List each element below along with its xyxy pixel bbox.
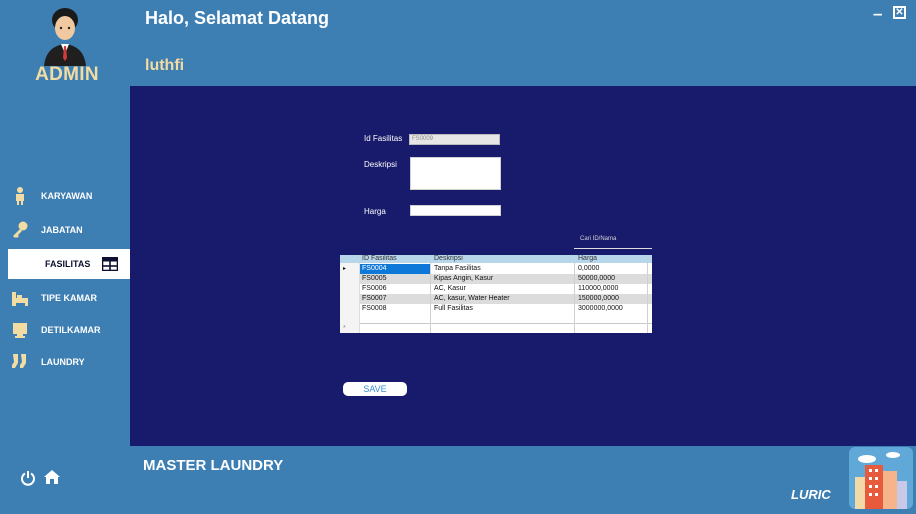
harga-field[interactable] — [410, 205, 501, 216]
table-row[interactable]: FS0005 — [362, 274, 387, 284]
sidebar-item-label: LAUNDRY — [41, 357, 85, 367]
sidebar-item-tipe-kamar[interactable]: TIPE KAMAR — [0, 283, 128, 313]
footer-title: MASTER LAUNDRY — [143, 457, 284, 474]
deskripsi-field[interactable] — [410, 157, 501, 190]
column-header-id[interactable]: ID Fasilitas — [362, 254, 397, 264]
id-fasilitas-field[interactable]: FS0009 — [409, 134, 500, 145]
table-row[interactable]: Tanpa Fasilitas — [434, 264, 481, 274]
current-row-marker: ▸ — [343, 266, 347, 272]
username-label: luthfi — [145, 57, 185, 74]
table-row[interactable]: 3000000,0000 — [578, 304, 623, 314]
harga-label: Harga — [364, 207, 386, 216]
id-fasilitas-label: Id Fasilitas — [364, 134, 403, 143]
table-row[interactable]: Full Fasilitas — [434, 304, 473, 314]
power-icon[interactable] — [20, 470, 36, 491]
search-underline — [574, 248, 652, 249]
sidebar-item-jabatan[interactable]: JABATAN — [0, 215, 128, 245]
admin-label: ADMIN — [35, 64, 99, 85]
sidebar-item-label: FASILITAS — [45, 259, 91, 269]
new-row-marker: * — [343, 325, 346, 332]
sidebar-item-label: TIPE KAMAR — [41, 293, 97, 303]
close-button[interactable]: ✕ — [893, 6, 906, 19]
table-row[interactable]: AC, kasur, Water Heater — [434, 294, 510, 304]
new-row-divider — [360, 323, 652, 324]
table-row[interactable]: FS0006 — [362, 284, 387, 294]
column-header-harga[interactable]: Harga — [578, 254, 597, 264]
table-row[interactable]: 110000,0000 — [578, 284, 618, 294]
sidebar-item-label: DETILKAMAR — [41, 325, 101, 335]
deskripsi-label: Deskripsi — [364, 160, 397, 169]
sidebar-item-label: KARYAWAN — [41, 191, 93, 201]
table-row[interactable]: AC, Kasur — [434, 284, 466, 294]
table-row[interactable]: 50000,0000 — [578, 274, 615, 284]
sidebar-item-laundry[interactable]: LAUNDRY — [0, 347, 128, 377]
building-logo-icon — [849, 447, 913, 514]
sidebar-item-detilkamar[interactable]: DETILKAMAR — [0, 315, 128, 345]
table-row[interactable]: 150000,0000 — [578, 294, 619, 304]
home-icon[interactable] — [43, 469, 61, 490]
save-button[interactable]: SAVE — [343, 382, 407, 396]
fasilitas-table[interactable]: ID Fasilitas Deskripsi Harga ▸ * FS0004 … — [340, 255, 652, 333]
table-row[interactable]: FS0008 — [362, 304, 387, 314]
socks-icon — [9, 352, 31, 372]
minimize-button[interactable]: – — [873, 4, 882, 24]
monitor-icon — [9, 320, 31, 340]
table-row[interactable]: FS0007 — [362, 294, 387, 304]
table-row[interactable]: 0,0000 — [578, 264, 599, 274]
column-divider — [430, 263, 431, 333]
column-divider — [574, 263, 575, 333]
search-input[interactable]: Cari ID/Nama — [580, 236, 616, 242]
admin-avatar — [40, 6, 90, 66]
key-icon — [9, 220, 31, 240]
table-row[interactable]: FS0004 — [362, 264, 387, 274]
bed-icon — [9, 288, 31, 308]
column-header-deskripsi[interactable]: Deskripsi — [434, 254, 463, 264]
person-icon — [9, 186, 31, 206]
column-divider — [647, 263, 648, 333]
brand-label: LURIC — [791, 487, 831, 502]
page-title: Halo, Selamat Datang — [145, 8, 330, 28]
sidebar-item-karyawan[interactable]: KARYAWAN — [0, 181, 128, 211]
sidebar-item-label: JABATAN — [41, 225, 83, 235]
sidebar-item-fasilitas[interactable]: FASILITAS — [8, 249, 130, 279]
table-row[interactable]: Kipas Angin, Kasur — [434, 274, 493, 284]
table-icon — [102, 257, 119, 271]
